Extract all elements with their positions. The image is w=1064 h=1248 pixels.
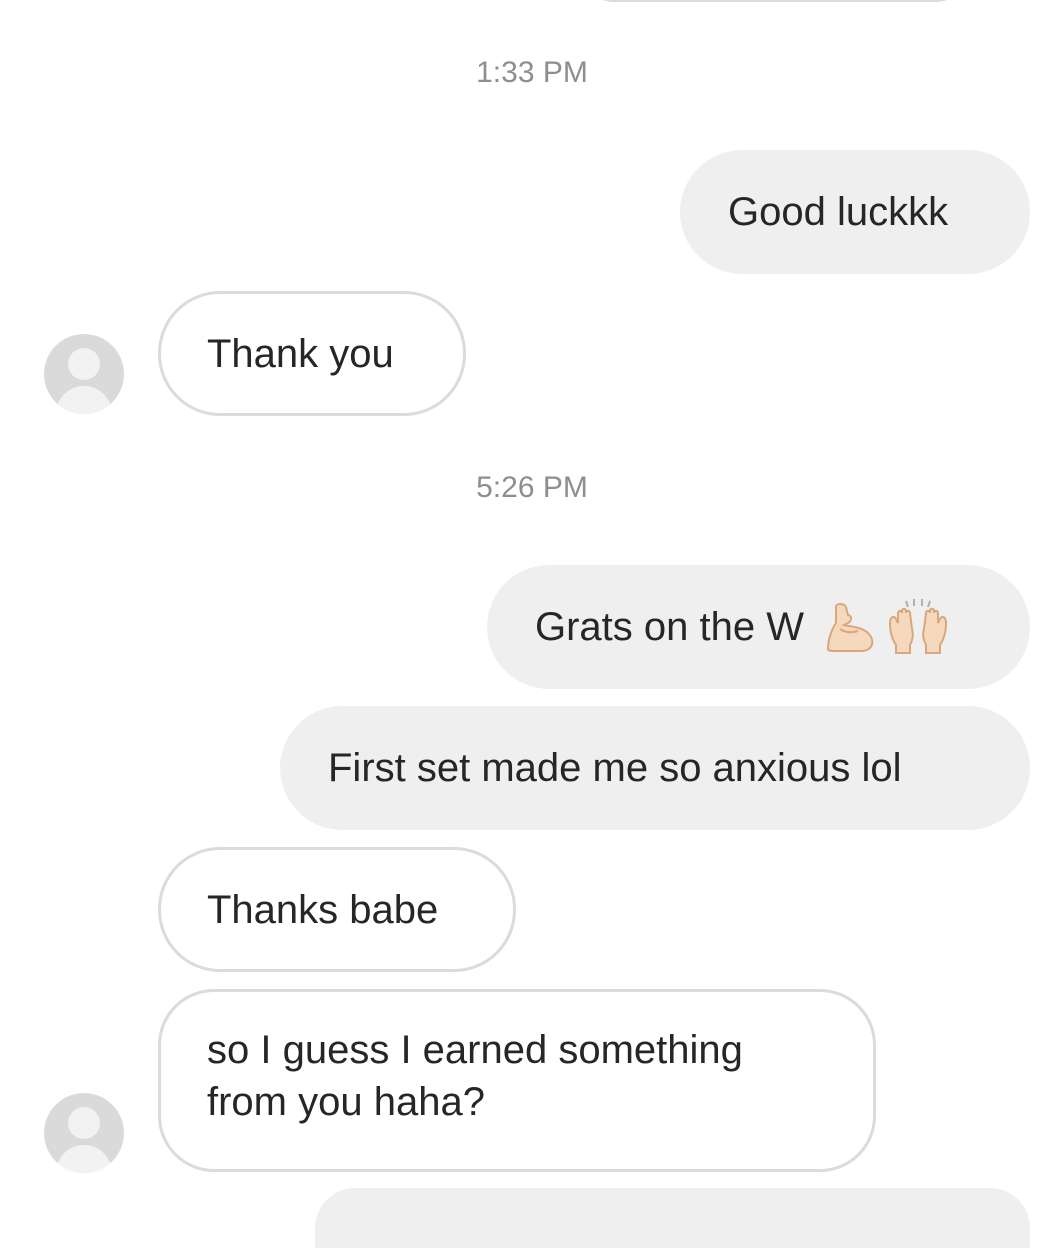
avatar[interactable] [44, 334, 124, 414]
message-text: Good luckkk [728, 190, 949, 234]
raising-hands-icon [888, 599, 947, 654]
message-bubble-incoming[interactable]: so I guess I earned something from you h… [158, 989, 876, 1172]
next-message-bubble-partial [315, 1188, 1030, 1248]
flexed-biceps-icon [826, 603, 874, 652]
avatar[interactable] [44, 1093, 124, 1173]
message-bubble-outgoing[interactable]: Grats on the W [487, 565, 1030, 689]
timestamp: 5:26 PM [476, 471, 588, 504]
message-bubble-outgoing[interactable]: First set made me so anxious lol [280, 706, 1030, 830]
message-text: Thank you [207, 331, 394, 376]
message-bubble-incoming[interactable]: Thanks babe [158, 847, 516, 972]
message-text: First set made me so anxious lol [328, 746, 902, 790]
timestamp: 1:33 PM [476, 56, 588, 89]
previous-message-bubble-partial [575, 0, 975, 2]
message-text: so I guess I earned something from you h… [207, 1028, 743, 1124]
emoji-group [822, 599, 950, 655]
message-bubble-incoming[interactable]: Thank you [158, 291, 466, 416]
message-text: Grats on the W [535, 605, 804, 649]
message-bubble-outgoing[interactable]: Good luckkk [680, 150, 1030, 274]
message-text: Thanks babe [207, 887, 439, 932]
